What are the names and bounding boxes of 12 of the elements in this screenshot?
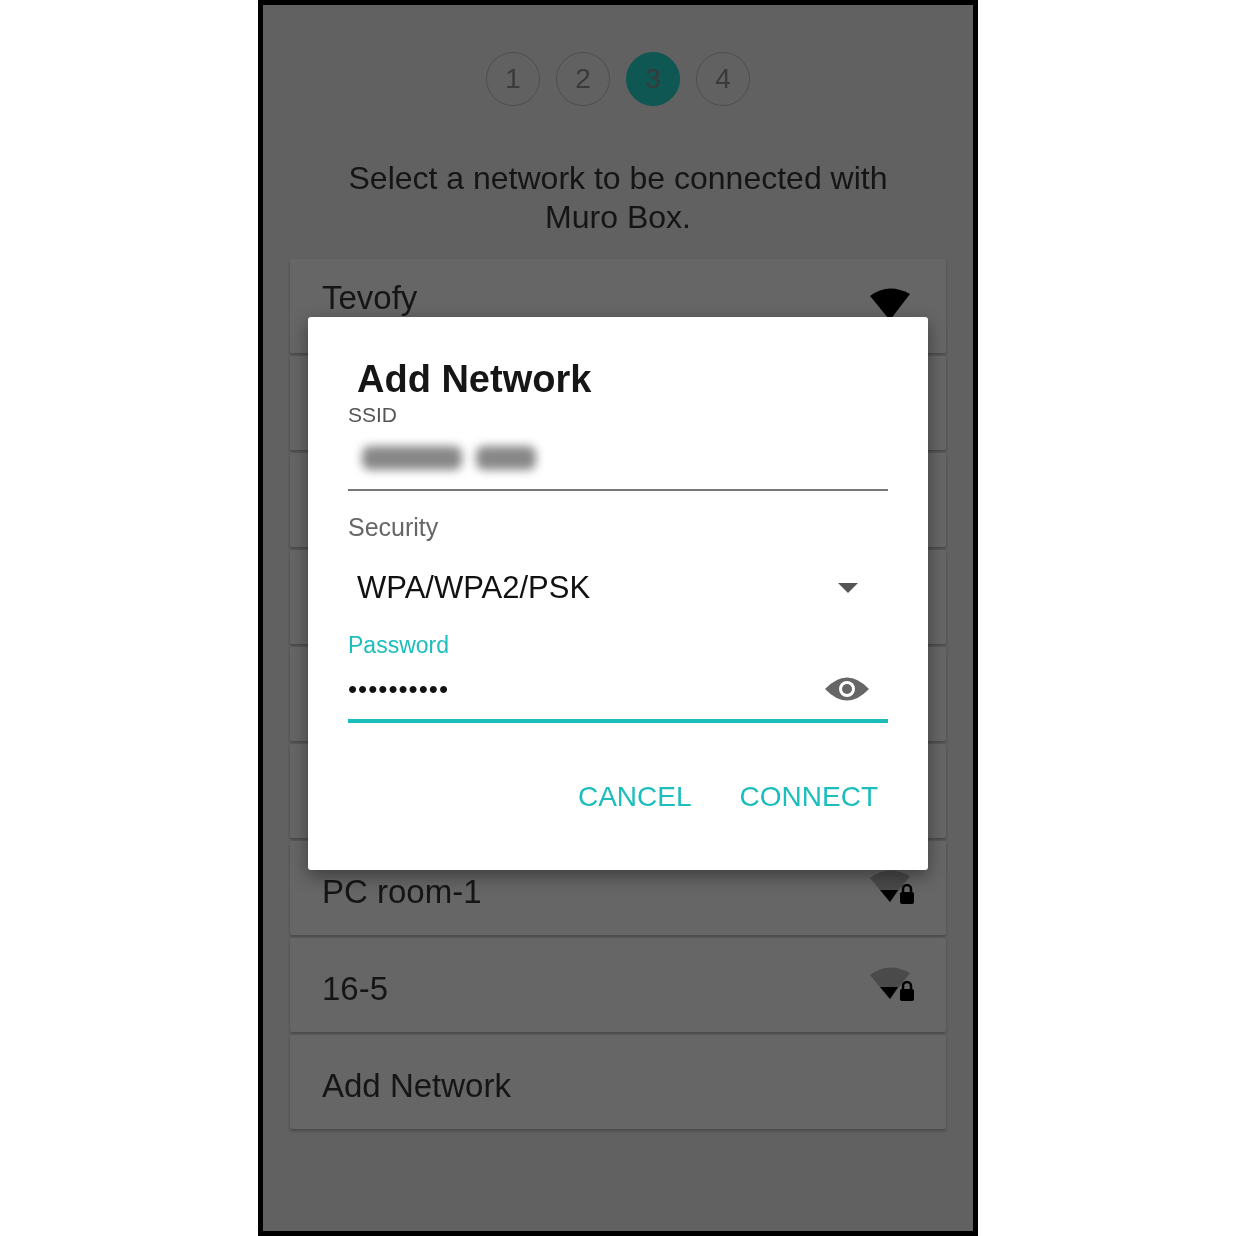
dialog-title: Add Network (357, 357, 593, 401)
add-network-row[interactable]: Add Network (290, 1035, 946, 1129)
ssid-label: SSID (348, 403, 397, 427)
dialog-button[interactable]: CANCEL (577, 781, 692, 813)
dropdown-caret-icon (838, 583, 858, 593)
dialog-button[interactable]: CONNECT (739, 781, 878, 813)
password-field[interactable]: •••••••••• (348, 659, 888, 723)
password-label: Password (348, 632, 449, 659)
security-label: Security (348, 513, 439, 542)
security-dropdown[interactable]: WPA/WPA2/PSK (348, 570, 888, 606)
instruction-text: Select a network to be connected with Muro Box. (347, 159, 889, 237)
network-row[interactable]: 16-5 (290, 938, 946, 1032)
